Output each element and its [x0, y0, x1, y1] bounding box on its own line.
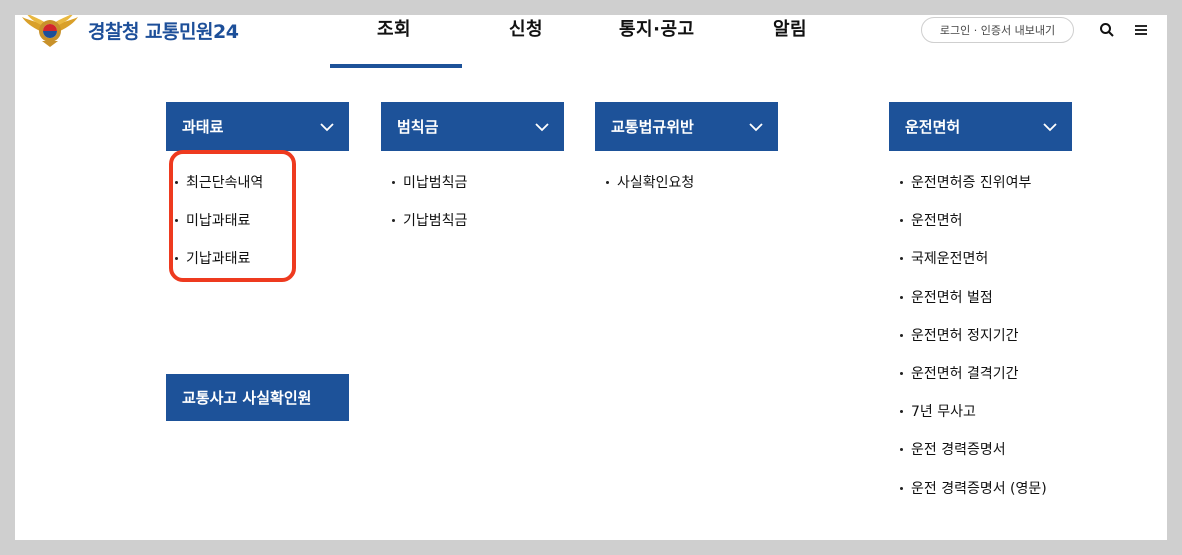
bullet-icon: [900, 371, 903, 375]
menu-head-violation[interactable]: 교통법규위반: [595, 102, 778, 151]
site-logo[interactable]: 경찰청 교통민원24: [20, 15, 239, 47]
bullet-icon: [900, 333, 903, 337]
bullet-icon: [900, 410, 903, 414]
bullet-icon: [392, 181, 395, 184]
list-item[interactable]: 7년 무사고: [900, 401, 1047, 439]
nav-active-indicator: [330, 64, 462, 68]
chevron-down-icon: [749, 122, 763, 131]
violation-sub-list: 사실확인요청: [606, 172, 694, 210]
license-sub-list: 운전면허증 진위여부 운전면허 국제운전면허 운전면허 벌점 운전면허 정지기간…: [900, 172, 1047, 516]
highlight-annotation: [169, 150, 296, 282]
chevron-down-icon: [535, 122, 549, 131]
menu-head-label: 범칙금: [397, 118, 439, 136]
menu-icon[interactable]: [1133, 22, 1149, 38]
list-item[interactable]: 기납범칙금: [392, 210, 467, 248]
nav-tab-inquiry[interactable]: 조회: [377, 15, 411, 41]
nav-tab-apply[interactable]: 신청: [509, 15, 543, 41]
bullet-icon: [900, 219, 903, 223]
list-item[interactable]: 운전면허 벌점: [900, 287, 1047, 325]
menu-head-accident[interactable]: 교통사고 사실확인원: [166, 374, 349, 421]
menu-head-label: 교통법규위반: [611, 118, 694, 136]
bullet-icon: [900, 181, 903, 184]
menu-head-label: 과태료: [182, 118, 224, 136]
bullet-icon: [900, 257, 903, 261]
chevron-down-icon: [1043, 122, 1057, 131]
list-item[interactable]: 사실확인요청: [606, 172, 694, 210]
menu-head-label: 운전면허: [905, 118, 961, 136]
police-emblem-icon: [22, 15, 78, 47]
list-item[interactable]: 운전 경력증명서: [900, 439, 1047, 477]
nav-tab-notice[interactable]: 통지·공고: [619, 15, 695, 41]
bullet-icon: [900, 295, 903, 299]
chevron-down-icon: [320, 122, 334, 131]
nav-tab-alerts[interactable]: 알림: [773, 15, 807, 41]
search-icon[interactable]: [1099, 22, 1115, 38]
list-item[interactable]: 운전면허증 진위여부: [900, 172, 1047, 210]
login-button[interactable]: 로그인 · 인증서 내보내기: [921, 17, 1074, 43]
bullet-icon: [606, 181, 609, 184]
list-item[interactable]: 미납범칙금: [392, 172, 467, 210]
list-item[interactable]: 운전 경력증명서 (영문): [900, 478, 1047, 516]
page: 경찰청 교통민원24 조회 신청 통지·공고 알림 로그인 · 인증서 내보내기…: [15, 15, 1167, 540]
menu-head-license[interactable]: 운전면허: [889, 102, 1072, 151]
bullet-icon: [392, 219, 395, 223]
list-item[interactable]: 운전면허 정지기간: [900, 325, 1047, 363]
list-item[interactable]: 운전면허 결격기간: [900, 363, 1047, 401]
menu-head-fines[interactable]: 과태료: [166, 102, 349, 151]
site-title: 경찰청 교통민원24: [88, 20, 239, 43]
list-item[interactable]: 운전면허: [900, 210, 1047, 248]
bullet-icon: [900, 486, 903, 490]
menu-head-penalty[interactable]: 범칙금: [381, 102, 564, 151]
penalty-sub-list: 미납범칙금 기납범칙금: [392, 172, 467, 248]
bullet-icon: [900, 448, 903, 452]
list-item[interactable]: 국제운전면허: [900, 248, 1047, 286]
